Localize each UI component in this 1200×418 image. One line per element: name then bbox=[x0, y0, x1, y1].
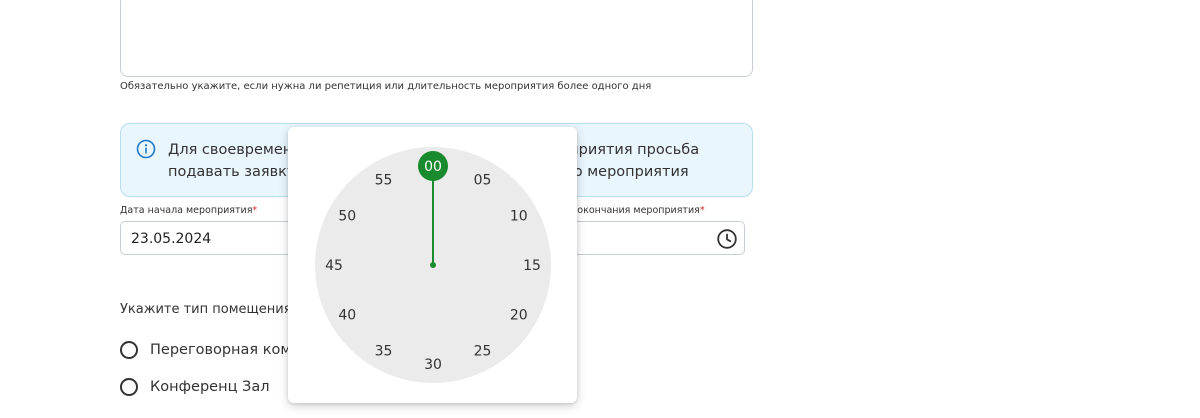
info-circle-icon bbox=[136, 139, 156, 159]
minute-option-55[interactable]: 55 bbox=[375, 172, 393, 188]
minute-clock-dial[interactable]: 00 05 10 15 20 25 30 35 40 45 50 55 bbox=[288, 127, 577, 403]
description-hint: Обязательно укажите, если нужна ли репет… bbox=[120, 81, 652, 92]
minute-option-10[interactable]: 10 bbox=[510, 209, 528, 225]
description-textarea[interactable] bbox=[120, 0, 753, 77]
minute-option-05[interactable]: 05 bbox=[474, 172, 492, 188]
start-date-value: 23.05.2024 bbox=[131, 231, 212, 247]
start-date-label: Дата начала мероприятия* bbox=[120, 205, 258, 216]
room-type-label: Укажите тип помещения * bbox=[120, 301, 303, 317]
minute-option-15[interactable]: 15 bbox=[523, 258, 541, 274]
radio-button[interactable] bbox=[120, 378, 138, 396]
radio-button[interactable] bbox=[120, 341, 138, 359]
room-option-conference[interactable]: Конференц Зал bbox=[120, 378, 270, 396]
time-picker-popup[interactable]: 00 05 10 15 20 25 30 35 40 45 50 55 bbox=[288, 127, 577, 403]
minute-option-30[interactable]: 30 bbox=[424, 357, 442, 373]
minute-option-00[interactable]: 00 bbox=[424, 159, 442, 175]
minute-option-35[interactable]: 35 bbox=[375, 344, 393, 360]
minute-option-25[interactable]: 25 bbox=[474, 344, 492, 360]
clock-icon[interactable] bbox=[716, 228, 738, 250]
minute-option-20[interactable]: 20 bbox=[510, 308, 528, 324]
minute-option-40[interactable]: 40 bbox=[338, 308, 356, 324]
clock-center-dot bbox=[430, 262, 436, 268]
minute-option-50[interactable]: 50 bbox=[338, 209, 356, 225]
room-option-label: Конференц Зал bbox=[150, 379, 270, 395]
minute-option-45[interactable]: 45 bbox=[325, 258, 343, 274]
